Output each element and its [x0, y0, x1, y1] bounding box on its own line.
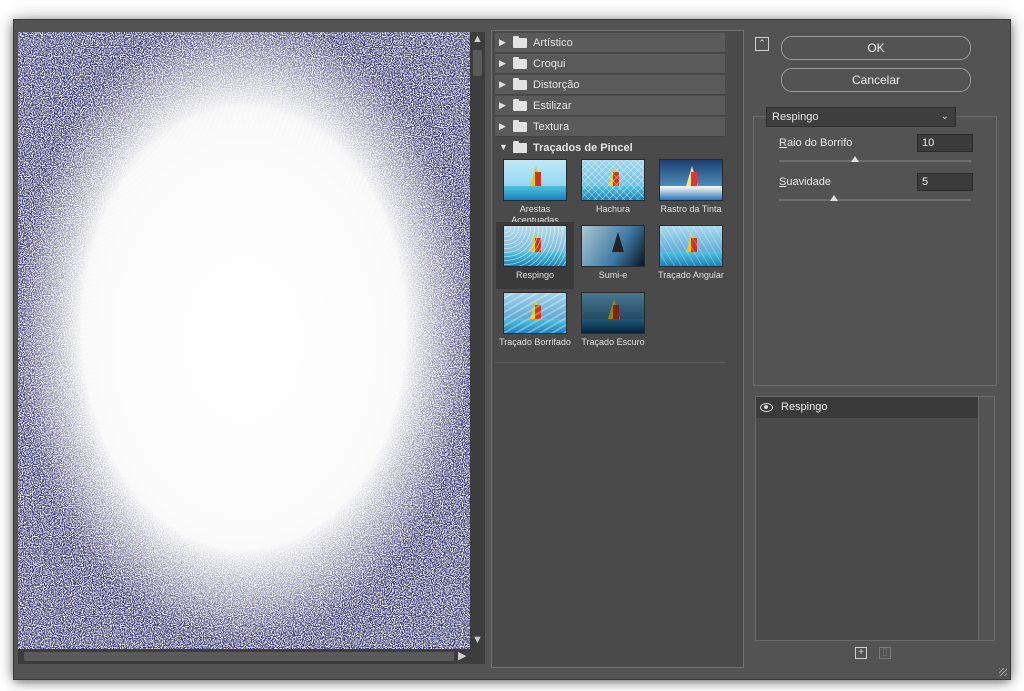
filter-label: Respingo: [515, 270, 555, 280]
filter-thumb-hachura[interactable]: Hachura: [574, 156, 652, 222]
filter-label: Traçado Borrifado: [499, 337, 571, 347]
cancel-button[interactable]: Cancelar: [781, 68, 971, 92]
param-label-suavidade: Suavidade: [779, 176, 831, 188]
filter-thumb-tracado-borrifado[interactable]: Traçado Borrifado: [496, 289, 574, 355]
filter-label: Hachura: [595, 204, 631, 214]
ok-button[interactable]: OK: [781, 36, 971, 60]
trash-icon[interactable]: ▯: [879, 647, 891, 659]
effect-layer-name: Respingo: [781, 401, 828, 413]
filter-preview-image: [581, 225, 645, 267]
category-label: Traçados de Pincel: [533, 142, 633, 154]
resize-grip-icon[interactable]: [999, 668, 1007, 676]
expand-arrow-icon[interactable]: ▶: [499, 100, 506, 111]
expand-arrow-icon[interactable]: ▶: [499, 79, 506, 90]
collapse-up-icon[interactable]: ⌃: [755, 37, 769, 51]
scroll-right-icon[interactable]: ▶: [458, 651, 466, 662]
filter-preview-image: [581, 159, 645, 201]
filter-preview-image: [503, 225, 567, 267]
new-effect-layer-icon[interactable]: +: [855, 647, 867, 659]
category-tracados-de-pincel[interactable]: ▼ Traçados de Pincel: [495, 138, 725, 157]
horizontal-scroll-thumb[interactable]: [24, 652, 454, 661]
filter-thumb-sumi-e[interactable]: Sumi-e: [574, 222, 652, 289]
folder-open-icon: [513, 141, 527, 153]
param-label-raio-do-borrifo: Raio do Borrifo: [779, 137, 853, 149]
category-label: Distorção: [533, 79, 580, 91]
filter-preview-image: [503, 159, 567, 201]
filter-label: Rastro da Tinta: [660, 204, 722, 214]
filter-label: Traçado Escuro: [581, 337, 645, 347]
category-label: Artístico: [533, 37, 573, 49]
raio-do-borrifo-input[interactable]: 10: [917, 134, 973, 152]
filter-thumb-arestas-acentuadas[interactable]: Arestas Acentuadas: [496, 156, 574, 225]
eye-icon[interactable]: [760, 403, 773, 412]
raio-do-borrifo-slider-handle[interactable]: [851, 156, 859, 162]
folder-icon: [513, 120, 527, 132]
scroll-up-icon[interactable]: ▲: [472, 34, 483, 45]
category-label: Croqui: [533, 58, 566, 70]
effect-layers-list: Respingo: [755, 396, 995, 641]
filter-preview-image: [659, 225, 723, 267]
suavidade-input[interactable]: 5: [917, 173, 973, 191]
filter-gallery-dialog: ▲ ▼ ▶ ▶ Artístico ▶ Croqui ▶ Distorção ▶…: [14, 20, 1010, 679]
splatter-noise: [18, 32, 470, 649]
preview-canvas[interactable]: [18, 32, 470, 649]
filter-thumb-tracado-angular[interactable]: Traçado Angular: [652, 222, 730, 289]
expand-arrow-icon[interactable]: ▶: [499, 58, 506, 69]
folder-icon: [513, 78, 527, 90]
chevron-down-icon: ⌄: [940, 111, 949, 122]
folder-icon: [513, 57, 527, 69]
preview-horizontal-scrollbar[interactable]: ▶: [18, 649, 485, 664]
category-label: Textura: [533, 121, 570, 133]
suavidade-slider[interactable]: [779, 199, 971, 201]
category-textura[interactable]: ▶ Textura: [495, 117, 725, 137]
filter-preview-image: [503, 292, 567, 334]
filter-preview-image: [581, 292, 645, 334]
filter-thumb-rastro-da-tinta[interactable]: Rastro da Tinta: [652, 156, 730, 222]
effect-layer-row[interactable]: Respingo: [756, 397, 978, 418]
layers-scrollbar[interactable]: [978, 397, 994, 640]
scroll-down-icon[interactable]: ▼: [472, 635, 483, 646]
category-label: Estilizar: [533, 100, 572, 112]
vertical-scroll-thumb[interactable]: [473, 50, 482, 76]
filter-thumb-respingo[interactable]: Respingo: [496, 222, 574, 289]
filter-thumb-tracado-escuro[interactable]: Traçado Escuro: [574, 289, 652, 355]
folder-icon: [513, 99, 527, 111]
filter-label: Traçado Angular: [658, 270, 724, 280]
collapse-arrow-icon[interactable]: ▼: [499, 142, 508, 152]
filter-select[interactable]: Respingo ⌄: [766, 107, 956, 127]
gallery-separator: [495, 362, 725, 363]
raio-do-borrifo-slider[interactable]: [779, 160, 971, 162]
filter-label: Sumi-e: [598, 270, 628, 280]
expand-arrow-icon[interactable]: ▶: [499, 121, 506, 132]
folder-icon: [513, 36, 527, 48]
category-croqui[interactable]: ▶ Croqui: [495, 54, 725, 74]
preview-vertical-scrollbar[interactable]: ▲ ▼: [470, 32, 485, 649]
filter-settings-panel: [753, 116, 997, 386]
filter-gallery-panel: ▶ Artístico ▶ Croqui ▶ Distorção ▶ Estil…: [491, 30, 744, 668]
category-distorcao[interactable]: ▶ Distorção: [495, 75, 725, 95]
category-estilizar[interactable]: ▶ Estilizar: [495, 96, 725, 116]
suavidade-slider-handle[interactable]: [830, 195, 838, 201]
expand-arrow-icon[interactable]: ▶: [499, 37, 506, 48]
filter-preview-image: [659, 159, 723, 201]
category-artistico[interactable]: ▶ Artístico: [495, 33, 725, 53]
filter-select-value: Respingo: [772, 111, 819, 123]
